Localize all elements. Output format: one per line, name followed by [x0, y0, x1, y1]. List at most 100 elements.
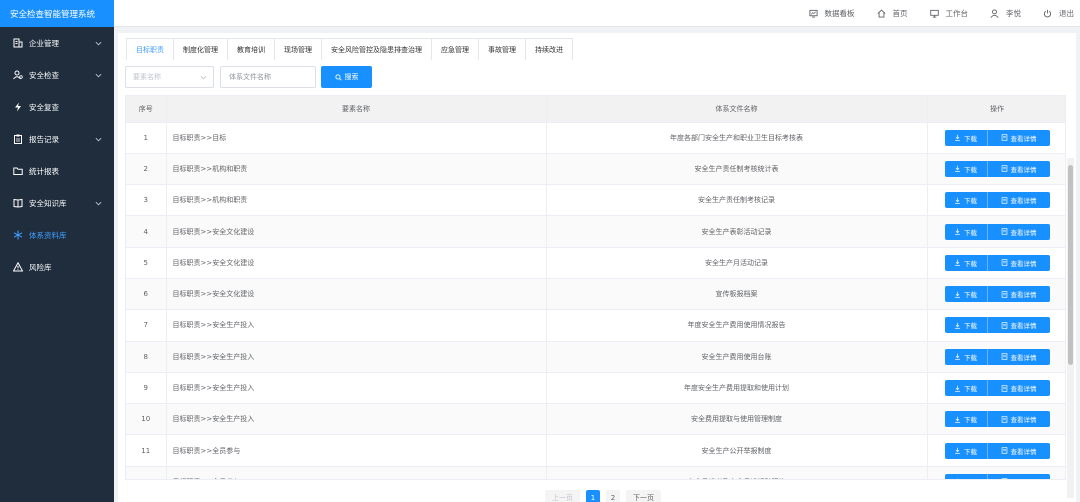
- element-select[interactable]: 要素名称: [125, 66, 214, 88]
- download-icon: [955, 416, 960, 423]
- tab-emergency-management[interactable]: 应急管理: [431, 38, 479, 60]
- sidebar-item-enterprise[interactable]: 企业管理: [0, 27, 114, 59]
- page-button-2[interactable]: 2: [606, 490, 620, 502]
- row-element-name: 目标职责>>安全生产投入: [166, 341, 547, 373]
- sidebar-item-recheck[interactable]: 安全复查: [0, 91, 114, 123]
- main-panel: 目标职责 制度化管理 教育培训 现场管理 安全风险管控及隐患排查治理 应急管理 …: [118, 33, 1076, 502]
- sidebar-item-safety-check[interactable]: 安全检查: [0, 59, 114, 91]
- tab-institutionalization[interactable]: 制度化管理: [173, 38, 228, 60]
- download-button[interactable]: 下载: [944, 317, 988, 334]
- document-view-icon: [1001, 353, 1007, 360]
- view-details-button[interactable]: 查看详情: [987, 380, 1050, 397]
- download-button[interactable]: 下载: [944, 286, 988, 303]
- table-row: 6 目标职责>>安全文化建设 宣传板报档案 下载 查看详情: [126, 278, 1065, 311]
- view-details-button[interactable]: 查看详情: [987, 473, 1050, 479]
- row-doc-name: 年度安全生产费用使用情况报告: [546, 309, 928, 342]
- header-logout-button[interactable]: 退出: [1043, 8, 1074, 19]
- sidebar-item-label: 安全检查: [29, 70, 59, 80]
- sidebar-item-statistics[interactable]: 统计报表: [0, 155, 114, 187]
- download-button[interactable]: 下载: [944, 254, 988, 271]
- tab-risk-control[interactable]: 安全风险管控及隐患排查治理: [321, 38, 432, 60]
- sidebar-item-label: 安全复查: [29, 102, 59, 112]
- header-home-link[interactable]: 首页: [877, 8, 908, 19]
- user-icon: [990, 8, 999, 18]
- view-details-button[interactable]: 查看详情: [987, 286, 1050, 303]
- view-details-button[interactable]: 查看详情: [987, 223, 1050, 240]
- row-actions: 下载 查看详情: [927, 309, 1065, 342]
- row-actions: 下载 查看详情: [927, 372, 1065, 405]
- document-view-icon: [1001, 478, 1007, 479]
- sidebar-item-risk[interactable]: 风险库: [0, 251, 114, 283]
- view-details-label: 查看详情: [1010, 228, 1037, 237]
- row-index: 7: [126, 309, 167, 342]
- download-button[interactable]: 下载: [944, 348, 988, 365]
- table-scrollbar[interactable]: [1067, 158, 1074, 498]
- row-doc-name: 安全生产责任制考核统计表: [546, 153, 928, 186]
- document-view-icon: [1001, 228, 1007, 235]
- view-details-button[interactable]: 查看详情: [987, 317, 1050, 334]
- table-row: 2 目标职责>>机构和职责 安全生产责任制考核统计表 下载 查看详情: [126, 153, 1065, 186]
- download-label: 下载: [964, 259, 977, 268]
- header-workbench-link[interactable]: 工作台: [929, 8, 968, 19]
- download-button[interactable]: 下载: [944, 160, 988, 177]
- download-icon: [955, 260, 960, 266]
- tab-education-training[interactable]: 教育培训: [227, 38, 275, 60]
- table-row: 11 目标职责>>全员参与 安全生产公开举报制度 下载 查看详情: [126, 434, 1065, 467]
- sidebar-item-report[interactable]: 报告记录: [0, 123, 114, 155]
- tab-goal-responsibility[interactable]: 目标职责: [126, 38, 174, 60]
- tab-continuous-improvement[interactable]: 持续改进: [525, 38, 573, 60]
- row-index: 6: [126, 278, 167, 311]
- download-icon: [955, 322, 960, 329]
- table-header-row: 序号 要素名称 体系文件名称 操作: [126, 96, 1065, 123]
- row-element-name: 目标职责>>安全文化建设: [166, 215, 547, 248]
- row-index: 1: [126, 122, 167, 154]
- download-button[interactable]: 下载: [944, 473, 988, 480]
- view-details-button[interactable]: 查看详情: [987, 129, 1050, 146]
- row-action-group: 下载 查看详情: [944, 442, 1050, 459]
- download-button[interactable]: 下载: [944, 223, 988, 240]
- table-row: 4 目标职责>>安全文化建设 安全生产表彰活动记录 下载 查看详情: [126, 215, 1065, 248]
- page-button-1[interactable]: 1: [586, 490, 600, 502]
- download-button[interactable]: 下载: [944, 129, 988, 146]
- header-user-menu[interactable]: 李悦: [990, 8, 1021, 19]
- download-button[interactable]: 下载: [944, 380, 988, 397]
- row-action-group: 下载 查看详情: [944, 192, 1050, 209]
- folder-icon: [12, 165, 24, 177]
- row-index: 8: [126, 341, 167, 373]
- view-details-button[interactable]: 查看详情: [987, 348, 1050, 365]
- row-actions: 下载 查看详情: [927, 278, 1065, 311]
- search-button[interactable]: 搜索: [321, 66, 372, 88]
- document-view-icon: [1001, 447, 1007, 454]
- row-doc-name: 年度各部门安全生产和职业卫生目标考核表: [546, 122, 928, 154]
- view-details-button[interactable]: 查看详情: [987, 192, 1050, 209]
- sidebar-item-label: 体系资料库: [29, 230, 67, 240]
- header-dashboard-link[interactable]: 数据看板: [808, 8, 855, 19]
- prev-page-button[interactable]: 上一页: [545, 490, 580, 502]
- row-element-name: 目标职责>>机构和职责: [166, 153, 547, 186]
- sidebar-item-system-docs[interactable]: 体系资料库: [0, 219, 114, 251]
- view-details-button[interactable]: 查看详情: [987, 411, 1050, 428]
- download-icon: [954, 478, 961, 480]
- chevron-down-icon: [94, 71, 102, 79]
- row-index: 4: [126, 215, 167, 248]
- row-doc-name: 安全生产月活动记录: [546, 247, 928, 279]
- download-button[interactable]: 下载: [944, 411, 988, 428]
- view-details-button[interactable]: 查看详情: [987, 160, 1050, 177]
- row-actions: 下载 查看详情: [927, 403, 1065, 436]
- download-button[interactable]: 下载: [944, 192, 988, 209]
- view-details-button[interactable]: 查看详情: [987, 254, 1050, 271]
- download-button[interactable]: 下载: [944, 442, 988, 459]
- row-actions: 下载 查看详情: [927, 153, 1065, 186]
- doc-name-input[interactable]: [220, 66, 316, 88]
- document-view-icon: [1001, 259, 1007, 266]
- tab-site-management[interactable]: 现场管理: [274, 38, 322, 60]
- view-details-button[interactable]: 查看详情: [987, 442, 1050, 459]
- category-tabs: 目标职责 制度化管理 教育培训 现场管理 安全风险管控及隐患排查治理 应急管理 …: [126, 38, 573, 60]
- next-page-button[interactable]: 下一页: [626, 490, 661, 502]
- scrollbar-thumb[interactable]: [1068, 165, 1073, 365]
- sidebar-item-label: 企业管理: [29, 38, 59, 48]
- row-actions: 下载 查看详情: [927, 247, 1065, 279]
- tab-accident-management[interactable]: 事故管理: [478, 38, 526, 60]
- sidebar-item-knowledge[interactable]: 安全知识库: [0, 187, 114, 219]
- table-row: 12目标职责>>全员参与安全承诺书及安全承诺活动照片下载 查看详情: [126, 466, 1065, 480]
